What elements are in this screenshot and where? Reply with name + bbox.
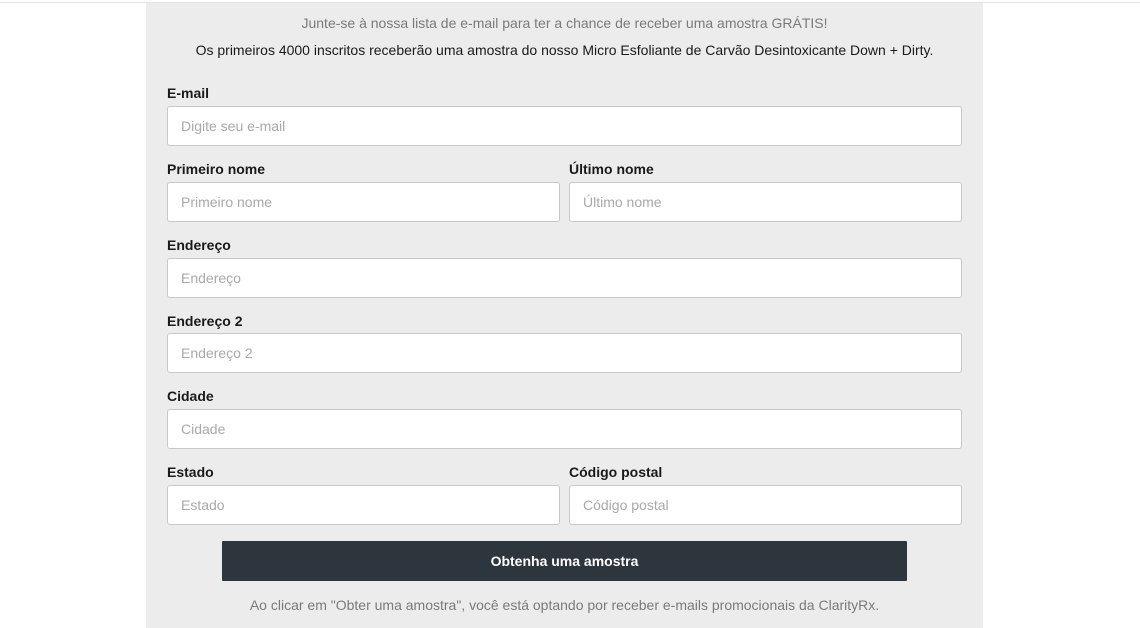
- city-field[interactable]: [167, 409, 962, 449]
- email-field[interactable]: [167, 106, 962, 146]
- get-sample-button[interactable]: Obtenha uma amostra: [222, 541, 907, 581]
- address-field[interactable]: [167, 258, 962, 298]
- intro-subline: Os primeiros 4000 inscritos receberão um…: [195, 42, 934, 58]
- opt-in-disclaimer: Ao clicar em "Obter uma amostra", você e…: [249, 597, 880, 613]
- city-label: Cidade: [167, 388, 214, 404]
- postal-code-label: Código postal: [569, 464, 663, 480]
- last-name-label: Último nome: [569, 161, 654, 177]
- state-label: Estado: [167, 464, 214, 480]
- first-name-label: Primeiro nome: [167, 161, 266, 177]
- signup-panel: Junte-se à nossa lista de e-mail para te…: [146, 3, 983, 628]
- postal-code-field[interactable]: [569, 485, 962, 525]
- last-name-field[interactable]: [569, 182, 962, 222]
- address2-field[interactable]: [167, 333, 962, 373]
- address-label: Endereço: [167, 237, 231, 253]
- email-label: E-mail: [167, 85, 210, 101]
- state-field[interactable]: [167, 485, 560, 525]
- address2-label: Endereço 2: [167, 313, 243, 329]
- intro-headline: Junte-se à nossa lista de e-mail para te…: [301, 15, 828, 31]
- first-name-field[interactable]: [167, 182, 560, 222]
